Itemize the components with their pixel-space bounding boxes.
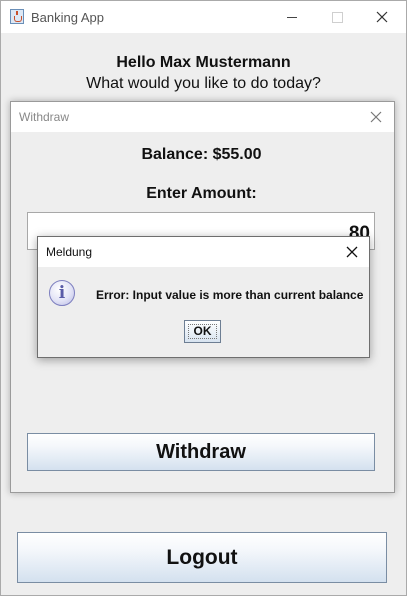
info-icon: i [49,280,75,306]
greeting-text: Hello Max Mustermann [116,54,291,71]
withdraw-title-bar[interactable]: Withdraw [11,102,394,132]
balance-label: Balance: $55.00 [141,146,262,163]
minimize-button[interactable] [269,1,314,33]
title-bar[interactable]: Banking App [1,1,406,33]
ok-button-label: OK [193,324,212,338]
prompt-text: What would you like to do today? [86,75,321,92]
java-cup-icon [10,9,24,24]
maximize-button[interactable] [314,1,359,33]
withdraw-button[interactable]: Withdraw [27,433,375,471]
amount-label: Enter Amount: [146,185,257,202]
ok-button[interactable]: OK [184,320,221,343]
message-dialog: Meldung i Error: Input value is more tha… [37,236,370,358]
error-message: Error: Input value is more than current … [96,288,364,302]
message-title-bar[interactable]: Meldung [38,237,369,267]
logout-button[interactable]: Logout [17,532,387,583]
window-title: Banking App [31,10,105,25]
close-button[interactable] [359,1,404,33]
close-icon [370,111,382,123]
close-icon [376,11,388,23]
close-icon [346,246,358,258]
withdraw-dialog-title: Withdraw [19,110,70,124]
message-close-button[interactable] [339,240,365,264]
message-dialog-title: Meldung [46,245,93,259]
withdraw-close-button[interactable] [363,105,389,129]
